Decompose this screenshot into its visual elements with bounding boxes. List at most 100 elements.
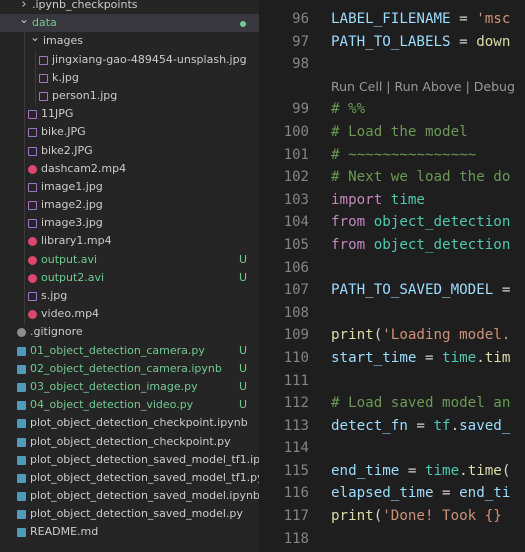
code-line: 104 from object_detection — [259, 211, 525, 234]
file-item[interactable]: 01_object_detection_camera.py U — [0, 342, 259, 360]
file-item[interactable]: 02_object_detection_camera.ipynb U — [0, 360, 259, 378]
file-item[interactable]: jingxiang-gao-489454-unsplash.jpg — [0, 51, 259, 69]
code-text[interactable]: # %% — [331, 98, 365, 121]
file-item[interactable]: library1.mp4 — [0, 232, 259, 250]
item-label: k.jpg — [52, 70, 79, 84]
code-text[interactable]: PATH_TO_SAVED_MODEL = — [331, 279, 510, 302]
folder-item[interactable]: ⌄ images — [0, 30, 259, 50]
code-token: PATH_TO_SAVED_MODEL — [331, 282, 494, 299]
code-text[interactable]: print('Done! Took {} — [331, 505, 502, 528]
code-token: # Next we load the do — [331, 169, 511, 186]
file-item[interactable]: .gitignore — [0, 323, 259, 341]
file-item[interactable]: image3.jpg — [0, 214, 259, 232]
code-token: import — [331, 191, 383, 208]
code-line: 106 — [259, 257, 525, 280]
code-text[interactable]: # ~~~~~~~~~~~~~~~ — [331, 144, 476, 167]
file-item[interactable]: output.avi U — [0, 251, 259, 269]
item-label: bike.JPG — [41, 125, 86, 139]
code-line: 103 import time — [259, 189, 525, 212]
image-file-icon — [39, 55, 48, 65]
line-number: 97 — [292, 33, 309, 50]
file-item[interactable]: 11JPG — [0, 105, 259, 123]
code-token: ( — [501, 462, 511, 479]
file-item[interactable]: plot_object_detection_saved_model.ipynb — [0, 487, 259, 505]
file-item[interactable]: 04_object_detection_video.py U — [0, 396, 259, 414]
code-token: start_time — [331, 349, 417, 366]
item-label: bike2.JPG — [41, 143, 93, 157]
image-file-icon — [28, 146, 37, 156]
file-item[interactable]: bike.JPG — [0, 123, 259, 141]
line-number: 105 — [283, 236, 309, 253]
image-file-icon — [28, 201, 37, 211]
file-item[interactable]: image2.jpg — [0, 196, 259, 214]
code-token: . — [450, 417, 460, 434]
video-file-icon — [28, 273, 37, 283]
file-item[interactable]: output2.avi U — [0, 269, 259, 287]
file-item[interactable]: README.md — [0, 523, 259, 541]
line-number: 96 — [292, 11, 309, 27]
code-text[interactable]: start_time = time.tim — [331, 347, 510, 370]
code-text[interactable]: import time — [331, 189, 425, 212]
image-file-icon — [28, 110, 37, 120]
code-line: 97 PATH_TO_LABELS = down — [259, 31, 525, 54]
python-file-icon — [17, 346, 26, 356]
code-text[interactable]: detect_fn = tf.saved_ — [331, 415, 510, 438]
code-line: 110 start_time = time.tim — [259, 347, 525, 370]
file-item[interactable]: plot_object_detection_checkpoint.ipynb — [0, 414, 259, 432]
file-item[interactable]: s.jpg — [0, 287, 259, 305]
code-token: # ~~~~~~~~~~~~~~~ — [331, 146, 477, 163]
notebook-file-icon — [17, 455, 26, 465]
code-text[interactable]: print('Loading model. — [331, 324, 510, 347]
code-text[interactable]: from object_detection — [331, 234, 510, 257]
file-item[interactable]: dashcam2.mp4 — [0, 160, 259, 178]
chevron-down-icon[interactable]: ⌄ — [19, 10, 29, 28]
file-item[interactable]: video.mp4 — [0, 305, 259, 323]
git-status-badge: U — [238, 379, 247, 393]
code-text[interactable]: from object_detection — [331, 211, 510, 234]
item-label: s.jpg — [41, 289, 68, 302]
code-token: time — [442, 349, 477, 366]
line-number: 104 — [283, 214, 309, 231]
folder-item[interactable]: › .ipynb_checkpoints — [0, 0, 259, 14]
code-token: object_detection — [373, 236, 511, 253]
code-text[interactable]: LABEL_FILENAME = 'msc — [331, 8, 510, 31]
line-number: 110 — [283, 349, 309, 366]
python-file-icon — [17, 437, 26, 447]
item-label: video.mp4 — [41, 307, 100, 321]
chevron-down-icon[interactable]: ⌄ — [30, 28, 40, 46]
item-label: 01_object_detection_camera.py — [30, 343, 205, 357]
item-label: plot_object_detection_saved_model.py — [30, 507, 243, 521]
file-item[interactable]: plot_object_detection_saved_model_tf1.ip… — [0, 451, 259, 469]
file-item[interactable]: plot_object_detection_saved_model.py — [0, 505, 259, 523]
code-text[interactable]: # Load the model — [331, 121, 468, 144]
file-item[interactable]: plot_object_detection_checkpoint.py — [0, 433, 259, 451]
code-text[interactable]: # Load saved model an — [331, 392, 510, 415]
line-number: 117 — [283, 508, 309, 525]
code-token: = — [399, 462, 425, 479]
codelens-row: Run Cell | Run Above | Debug — [259, 76, 525, 99]
line-number: 108 — [283, 304, 309, 321]
python-file-icon — [17, 401, 26, 411]
file-item[interactable]: image1.jpg — [0, 178, 259, 196]
code-line: 99 # %% — [259, 98, 525, 121]
code-text[interactable]: PATH_TO_LABELS = down — [331, 31, 510, 54]
file-item[interactable]: person1.jpg — [0, 87, 259, 105]
code-text[interactable]: # Next we load the do — [331, 166, 510, 189]
file-item[interactable]: k.jpg — [0, 69, 259, 87]
codelens-actions[interactable]: Run Cell | Run Above | Debug — [331, 76, 515, 99]
file-item[interactable]: 03_object_detection_image.py U — [0, 378, 259, 396]
image-file-icon — [28, 219, 37, 229]
item-label: .gitignore — [30, 325, 83, 339]
code-text[interactable]: end_time = time.time( — [331, 460, 510, 483]
code-text[interactable]: elapsed_time = end_ti — [331, 482, 510, 505]
line-number: 99 — [292, 101, 309, 118]
code-token: LABEL_FILENAME — [331, 11, 451, 27]
file-item[interactable]: bike2.JPG — [0, 142, 259, 160]
item-label: image1.jpg — [41, 179, 103, 193]
file-item[interactable]: plot_object_detection_saved_model_tf1.py — [0, 469, 259, 487]
item-label: output.avi — [41, 252, 98, 266]
video-file-icon — [28, 310, 37, 320]
line-number: 114 — [283, 440, 309, 457]
code-line: 118 — [259, 528, 525, 551]
code-editor[interactable]: 96 LABEL_FILENAME = 'msc 97 PATH_TO_LABELS … — [259, 0, 525, 552]
